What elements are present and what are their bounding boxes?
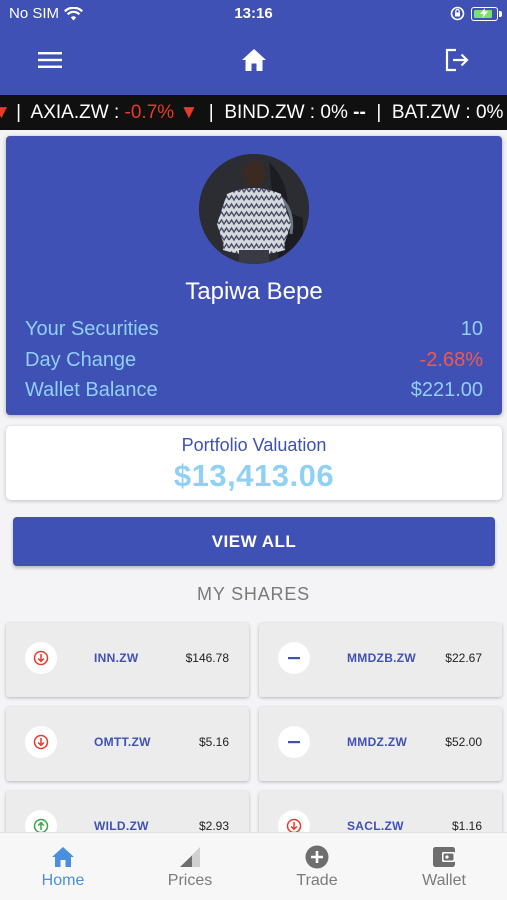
tab-home[interactable]: Home bbox=[0, 833, 126, 900]
ticker-item: AXIA.ZW : -0.7% ▼ bbox=[30, 102, 199, 123]
home-icon bbox=[242, 49, 266, 71]
status-bar: No SIM 13:16 bbox=[9, 5, 502, 25]
stat-label: Wallet Balance bbox=[25, 379, 158, 401]
share-price: $146.78 bbox=[185, 651, 229, 665]
orientation-lock-icon bbox=[450, 6, 465, 21]
home-button[interactable] bbox=[238, 44, 270, 76]
clock: 13:16 bbox=[234, 5, 273, 22]
valuation-amount: $13,413.06 bbox=[173, 458, 335, 493]
signal-icon bbox=[180, 847, 200, 867]
share-symbol: MMDZ.ZW bbox=[347, 735, 408, 749]
share-card[interactable]: MMDZB.ZW $22.67 bbox=[259, 623, 502, 697]
ticker-item: BAT.ZW : 0% bbox=[391, 102, 504, 123]
stat-value: -2.68% bbox=[419, 349, 483, 371]
tab-trade[interactable]: Trade bbox=[254, 833, 380, 900]
profile-card: Tapiwa Bepe Your Securities 10 Day Chang… bbox=[6, 136, 502, 415]
share-card[interactable]: INN.ZW $146.78 bbox=[6, 623, 249, 697]
avatar bbox=[199, 154, 309, 264]
home-icon bbox=[52, 847, 74, 867]
share-card[interactable]: MMDZ.ZW $52.00 bbox=[259, 707, 502, 781]
tab-wallet[interactable]: Wallet bbox=[381, 833, 507, 900]
share-symbol: WILD.ZW bbox=[94, 819, 149, 833]
battery-icon bbox=[471, 6, 502, 21]
arrow-down-circle-icon bbox=[33, 650, 49, 666]
arrow-down-circle-icon bbox=[33, 734, 49, 750]
logout-button[interactable] bbox=[441, 44, 473, 76]
add-circle-icon bbox=[305, 845, 329, 869]
price-ticker: ▼ | AXIA.ZW : -0.7% ▼ | BIND.ZW : 0% -- … bbox=[0, 95, 507, 130]
profile-photo bbox=[199, 154, 309, 264]
ticker-arrow: ▼ bbox=[0, 102, 11, 123]
my-shares-heading: MY SHARES bbox=[197, 584, 310, 604]
share-price: $5.16 bbox=[198, 735, 229, 749]
stat-day-change: Day Change -2.68% bbox=[25, 349, 483, 375]
menu-button[interactable] bbox=[34, 44, 66, 76]
stat-value: 10 bbox=[460, 318, 483, 340]
stat-securities: Your Securities 10 bbox=[25, 318, 483, 344]
minus-icon bbox=[288, 741, 300, 744]
stat-label: Your Securities bbox=[25, 318, 159, 340]
wallet-icon bbox=[433, 847, 455, 867]
app-header: No SIM 13:16 bbox=[0, 0, 507, 95]
share-price: $2.93 bbox=[198, 819, 229, 833]
portfolio-valuation-card: Portfolio Valuation $13,413.06 bbox=[6, 426, 502, 500]
share-card[interactable]: OMTT.ZW $5.16 bbox=[6, 707, 249, 781]
share-symbol: MMDZB.ZW bbox=[347, 651, 417, 665]
stat-label: Day Change bbox=[25, 349, 137, 371]
share-price: $1.16 bbox=[451, 819, 482, 833]
bottom-navigation: Home Prices Trade Wallet bbox=[0, 832, 507, 900]
profile-name: Tapiwa Bepe bbox=[185, 278, 323, 305]
ticker-item: BIND.ZW : 0% -- bbox=[224, 102, 366, 123]
stat-value: $221.00 bbox=[410, 379, 483, 401]
tab-label: Wallet bbox=[422, 872, 466, 889]
view-all-button[interactable]: VIEW ALL bbox=[13, 517, 495, 566]
menu-icon bbox=[38, 52, 62, 68]
tab-label: Prices bbox=[167, 872, 213, 889]
share-symbol: INN.ZW bbox=[94, 651, 139, 665]
stat-wallet-balance: Wallet Balance $221.00 bbox=[25, 379, 483, 405]
logout-icon bbox=[445, 48, 469, 72]
tab-prices[interactable]: Prices bbox=[127, 833, 253, 900]
share-price: $22.67 bbox=[445, 651, 482, 665]
share-symbol: OMTT.ZW bbox=[94, 735, 151, 749]
minus-icon bbox=[288, 657, 300, 660]
share-price: $52.00 bbox=[445, 735, 482, 749]
valuation-label: Portfolio Valuation bbox=[181, 435, 327, 455]
tab-label: Trade bbox=[296, 872, 338, 889]
share-symbol: SACL.ZW bbox=[347, 819, 404, 833]
tab-label: Home bbox=[41, 872, 85, 889]
